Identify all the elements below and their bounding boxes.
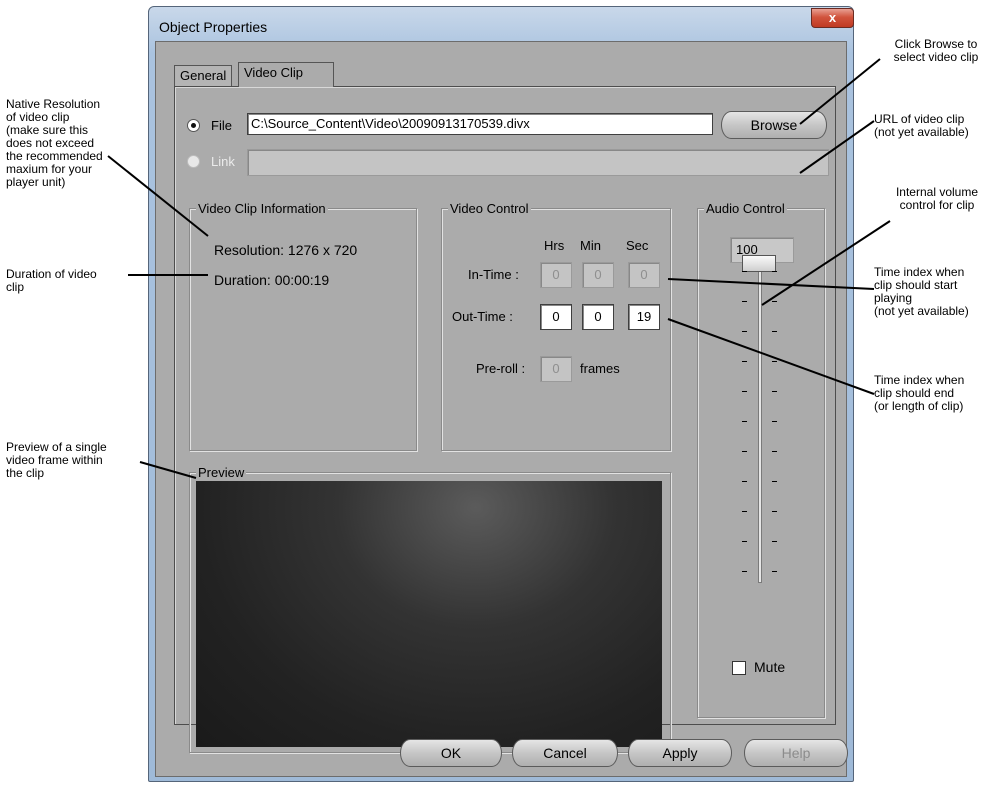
in-time-min: 0 bbox=[582, 262, 614, 288]
link-url-field bbox=[247, 149, 829, 176]
slider-tick bbox=[742, 451, 747, 452]
slider-tick bbox=[742, 571, 747, 572]
video-control-group: Video Control Hrs Min Sec In-Time : 0 0 … bbox=[441, 201, 671, 451]
volume-slider-track[interactable] bbox=[758, 263, 762, 583]
cancel-button[interactable]: Cancel bbox=[512, 739, 618, 767]
preview-legend: Preview bbox=[196, 465, 247, 480]
object-properties-window: Object Properties x General Video Clip F… bbox=[148, 6, 854, 782]
slider-tick bbox=[772, 361, 777, 362]
tab-general[interactable]: General bbox=[174, 65, 233, 86]
frames-label: frames bbox=[580, 361, 620, 376]
in-time-hrs: 0 bbox=[540, 262, 572, 288]
preroll-label: Pre-roll : bbox=[476, 361, 526, 376]
close-button[interactable]: x bbox=[811, 8, 854, 28]
slider-tick bbox=[772, 541, 777, 542]
slider-tick bbox=[742, 421, 747, 422]
slider-tick bbox=[772, 271, 777, 272]
apply-button[interactable]: Apply bbox=[628, 739, 732, 767]
out-time-sec[interactable]: 19 bbox=[628, 304, 660, 330]
slider-tick bbox=[742, 391, 747, 392]
out-time-hrs[interactable]: 0 bbox=[540, 304, 572, 330]
window-title: Object Properties bbox=[159, 19, 268, 35]
slider-tick bbox=[742, 361, 747, 362]
browse-button[interactable]: Browse bbox=[721, 111, 827, 139]
slider-tick bbox=[772, 391, 777, 392]
preroll-field: 0 bbox=[540, 356, 572, 382]
close-icon: x bbox=[828, 10, 837, 25]
slider-tick bbox=[742, 331, 747, 332]
slider-tick bbox=[772, 571, 777, 572]
slider-tick bbox=[772, 511, 777, 512]
out-time-min[interactable]: 0 bbox=[582, 304, 614, 330]
annotation-preview: Preview of a single video frame within t… bbox=[6, 440, 107, 480]
mute-label: Mute bbox=[754, 659, 786, 675]
slider-tick bbox=[772, 301, 777, 302]
in-time-label: In-Time : bbox=[468, 267, 519, 282]
annotation-duration: Duration of video clip bbox=[6, 267, 97, 294]
audio-control-legend: Audio Control bbox=[704, 201, 787, 216]
resolution-text: Resolution: 1276 x 720 bbox=[214, 242, 358, 258]
slider-tick bbox=[742, 511, 747, 512]
annotation-resolution: Native Resolution of video clip (make su… bbox=[6, 97, 103, 189]
ok-button[interactable]: OK bbox=[400, 739, 502, 767]
hrs-header: Hrs bbox=[544, 238, 565, 253]
out-time-label: Out-Time : bbox=[452, 309, 513, 324]
preview-group: Preview bbox=[189, 465, 671, 753]
file-radio[interactable] bbox=[187, 119, 200, 132]
tab-video-clip[interactable]: Video Clip bbox=[238, 62, 334, 87]
video-preview-frame bbox=[196, 481, 662, 747]
in-time-sec: 0 bbox=[628, 262, 660, 288]
volume-slider-thumb[interactable] bbox=[742, 255, 776, 272]
clip-info-group: Video Clip Information Resolution: 1276 … bbox=[189, 201, 417, 451]
dialog-client-area: General Video Clip File C:\Source_Conten… bbox=[155, 41, 848, 777]
help-button: Help bbox=[744, 739, 848, 767]
mute-checkbox[interactable] bbox=[732, 661, 746, 675]
slider-tick bbox=[742, 541, 747, 542]
video-clip-panel: File C:\Source_Content\Video\20090913170… bbox=[174, 86, 836, 753]
slider-tick bbox=[742, 271, 747, 272]
duration-text: Duration: 00:00:19 bbox=[214, 272, 330, 288]
video-control-legend: Video Control bbox=[448, 201, 531, 216]
annotation-browse: Click Browse to select video clip bbox=[893, 37, 979, 64]
link-radio bbox=[187, 155, 200, 168]
annotation-end-time: Time index when clip should end (or leng… bbox=[874, 373, 965, 413]
min-header: Min bbox=[580, 238, 601, 253]
sec-header: Sec bbox=[626, 238, 649, 253]
annotation-volume: Internal volume control for clip bbox=[895, 185, 979, 212]
audio-control-group: Audio Control 100 Mute bbox=[697, 201, 825, 718]
slider-tick bbox=[742, 301, 747, 302]
annotation-start-time: Time index when clip should start playin… bbox=[874, 265, 969, 318]
file-path-field[interactable]: C:\Source_Content\Video\20090913170539.d… bbox=[247, 113, 713, 135]
clip-info-legend: Video Clip Information bbox=[196, 201, 328, 216]
slider-tick bbox=[772, 331, 777, 332]
slider-tick bbox=[772, 451, 777, 452]
link-label: Link bbox=[211, 154, 235, 169]
annotation-url: URL of video clip (not yet available) bbox=[874, 112, 969, 139]
slider-tick bbox=[742, 481, 747, 482]
slider-tick bbox=[772, 481, 777, 482]
file-label: File bbox=[211, 118, 232, 133]
slider-tick bbox=[772, 421, 777, 422]
